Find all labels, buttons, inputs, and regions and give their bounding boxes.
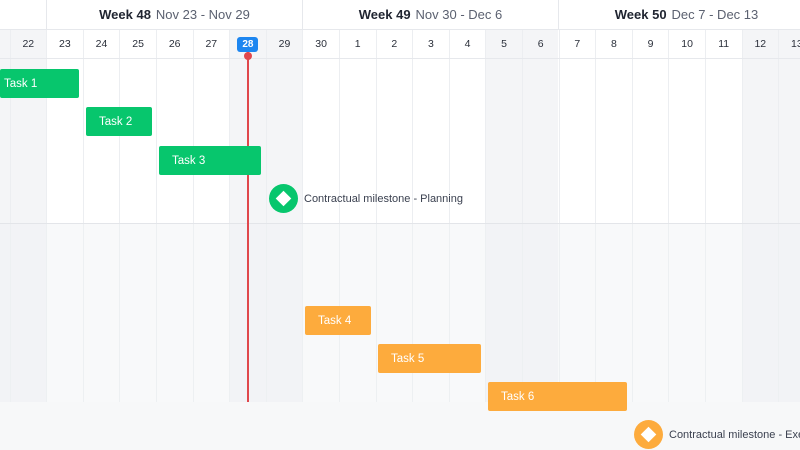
today-marker-dot	[244, 52, 252, 60]
milestone-execution[interactable]: Contractual milestone - Exe	[634, 420, 800, 449]
gantt-timeline: Week 48 Nov 23 - Nov 29 Week 49 Nov 30 -…	[0, 0, 800, 450]
task-bar-2[interactable]: Task 2	[86, 107, 152, 136]
task-label: Task 6	[501, 390, 535, 403]
day-cell: 1	[338, 30, 376, 58]
day-cell: 3	[412, 30, 449, 58]
day-label: 22	[22, 38, 35, 50]
week-range: Nov 30 - Dec 6	[415, 7, 503, 22]
diamond-icon	[640, 426, 657, 443]
day-cell: 7	[558, 30, 596, 58]
day-label: 2	[391, 38, 398, 50]
week-label: Week 50	[614, 7, 667, 22]
week-header-50: Week 50 Dec 7 - Dec 13	[558, 0, 800, 29]
day-header-row: 22 23 24 25 26 27 28 29 30 1 2 3 4 5 6 7 8 9 10 11 12 13	[0, 30, 800, 59]
today-marker-line	[247, 52, 249, 402]
day-label: 3	[427, 38, 434, 50]
day-label: 13	[791, 38, 800, 50]
day-label: 10	[681, 38, 693, 50]
day-label: 1	[354, 38, 361, 50]
day-label: 4	[464, 38, 471, 50]
week-header-row: Week 48 Nov 23 - Nov 29 Week 49 Nov 30 -…	[0, 0, 800, 30]
day-label: 9	[647, 38, 654, 50]
day-label: 11	[718, 38, 730, 50]
day-cell: 6	[521, 30, 559, 58]
day-cell: 8	[595, 30, 632, 58]
day-label: 6	[537, 38, 544, 50]
day-cell: 30	[302, 30, 339, 58]
day-cell: 9	[631, 30, 669, 58]
today-date-badge: 28	[237, 36, 259, 52]
task-bar-4[interactable]: Task 4	[305, 306, 371, 335]
day-cell: 12	[741, 30, 779, 58]
task-label: Task 5	[391, 352, 425, 365]
task-bar-6[interactable]: Task 6	[488, 382, 627, 411]
task-bar-3[interactable]: Task 3	[159, 146, 261, 175]
week-range: Nov 23 - Nov 29	[155, 7, 250, 22]
day-label: 29	[278, 38, 291, 50]
week-header-49: Week 49 Nov 30 - Dec 6	[302, 0, 558, 29]
day-cell: 24	[82, 30, 120, 58]
milestone-icon	[269, 184, 298, 213]
day-cell: 11	[704, 30, 742, 58]
day-cell: 27	[192, 30, 230, 58]
day-cell: 25	[119, 30, 156, 58]
day-cell: 5	[485, 30, 522, 58]
day-label: 8	[610, 38, 617, 50]
day-label: 26	[168, 38, 181, 50]
task-label: Task 4	[318, 314, 352, 327]
day-label: 30	[315, 38, 327, 50]
day-cell: 23	[46, 30, 83, 58]
milestone-label: Contractual milestone - Exe	[669, 428, 800, 441]
day-cell: 2	[375, 30, 413, 58]
section-divider	[0, 223, 800, 224]
week-label: Week 48	[99, 7, 151, 22]
task-label: Task 2	[99, 115, 133, 128]
day-cell-partial	[0, 30, 10, 58]
execution-section-background	[0, 224, 800, 402]
day-cell: 22	[9, 30, 47, 58]
task-bar-5[interactable]: Task 5	[378, 344, 481, 373]
day-cell: 29	[265, 30, 303, 58]
day-label: 25	[132, 38, 144, 50]
milestone-planning[interactable]: Contractual milestone - Planning	[269, 184, 463, 213]
task-bar-1[interactable]: Task 1	[0, 69, 79, 98]
week-range: Dec 7 - Dec 13	[671, 7, 759, 22]
day-cell: 26	[155, 30, 193, 58]
milestone-icon	[634, 420, 663, 449]
milestone-label: Contractual milestone - Planning	[304, 192, 463, 205]
day-label: 12	[754, 38, 767, 50]
day-cell: 13	[778, 30, 800, 58]
day-label: 27	[205, 38, 218, 50]
task-label: Task 1	[4, 77, 38, 90]
day-label: 7	[574, 38, 581, 50]
day-cell: 10	[668, 30, 705, 58]
task-label: Task 3	[172, 154, 206, 167]
week-header-48: Week 48 Nov 23 - Nov 29	[46, 0, 302, 29]
week-label: Week 49	[358, 7, 411, 22]
day-label: 5	[501, 38, 508, 50]
day-cell: 4	[448, 30, 486, 58]
diamond-icon	[275, 190, 292, 207]
day-label: 24	[95, 38, 108, 50]
day-label: 23	[59, 38, 71, 50]
